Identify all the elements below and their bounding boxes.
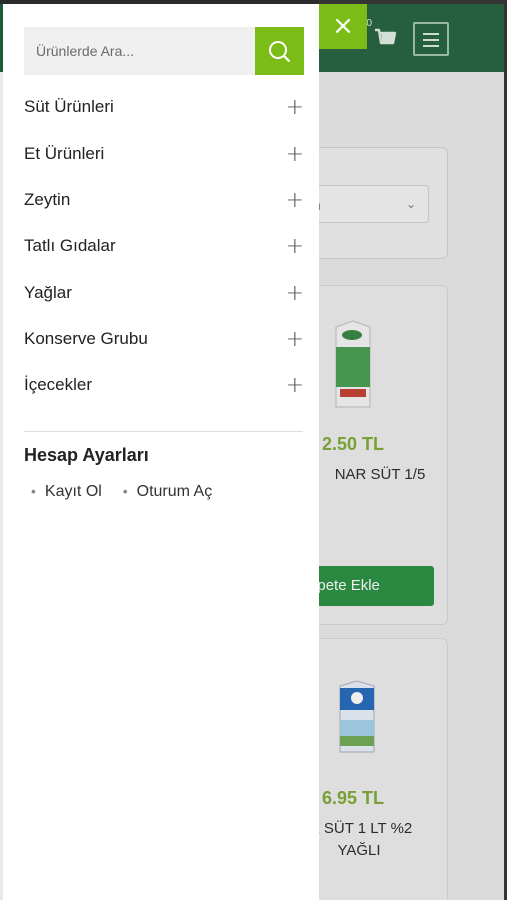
category-item-sut-urunleri[interactable]: Süt Ürünleri + — [24, 95, 304, 121]
search-button[interactable] — [255, 27, 304, 75]
plus-icon[interactable]: + — [286, 234, 304, 259]
plus-icon[interactable]: + — [286, 373, 304, 394]
account-links: • Kayıt Ol • Oturum Aç — [31, 483, 212, 501]
register-link[interactable]: Kayıt Ol — [45, 483, 102, 500]
plus-icon[interactable]: + — [286, 188, 304, 213]
search-input[interactable] — [24, 27, 255, 75]
account-settings-title: Hesap Ayarları — [24, 445, 149, 465]
category-item-konserve-grubu[interactable]: Konserve Grubu + — [24, 327, 304, 353]
category-label: Et Ürünleri — [24, 144, 105, 163]
category-item-yaglar[interactable]: Yağlar + — [24, 281, 304, 307]
category-label: Süt Ürünleri — [24, 97, 114, 116]
category-list: Süt Ürünleri + Et Ürünleri + Zeytin + Ta… — [3, 84, 319, 394]
category-item-zeytin[interactable]: Zeytin + — [24, 188, 304, 214]
plus-icon[interactable]: + — [286, 327, 304, 352]
bullet-icon: • — [122, 483, 128, 499]
plus-icon[interactable]: + — [286, 281, 304, 306]
category-label: Zeytin — [24, 190, 71, 209]
plus-icon[interactable]: + — [286, 142, 304, 167]
dim-overlay[interactable] — [319, 0, 507, 900]
side-drawer: Süt Ürünleri + Et Ürünleri + Zeytin + Ta… — [3, 4, 319, 900]
category-item-tatli-gidalar[interactable]: Tatlı Gıdalar + — [24, 234, 304, 260]
divider — [24, 431, 303, 432]
plus-icon[interactable]: + — [286, 95, 304, 120]
category-label: Konserve Grubu — [24, 329, 148, 348]
category-item-et-urunleri[interactable]: Et Ürünleri + — [24, 142, 304, 168]
login-link[interactable]: Oturum Aç — [137, 483, 213, 500]
search-bar — [24, 27, 304, 75]
category-item-icecekler[interactable]: İçecekler + — [24, 373, 304, 394]
category-label: Tatlı Gıdalar — [24, 236, 116, 255]
close-drawer-button[interactable]: × — [319, 4, 367, 49]
category-label: İçecekler — [24, 375, 93, 394]
search-icon — [269, 41, 291, 63]
bullet-icon: • — [31, 483, 36, 499]
category-label: Yağlar — [24, 283, 72, 302]
